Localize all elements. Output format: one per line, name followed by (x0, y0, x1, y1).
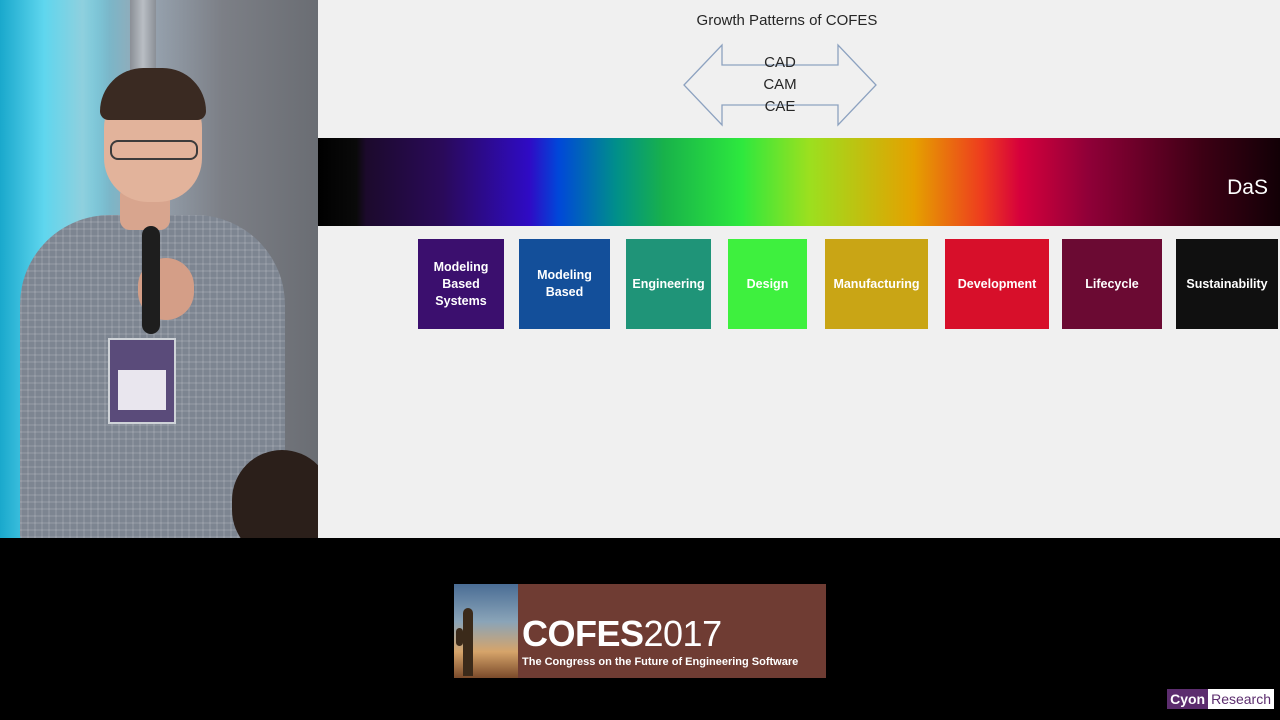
arrow-labels: CAD CAM CAE (730, 52, 830, 118)
category-label: Manufacturing (833, 276, 920, 291)
category-label: Modeling Based Systems (433, 259, 489, 308)
spectrum-label: DaS (1227, 176, 1268, 199)
presentation-slide: Growth Patterns of COFES CAD CAM CAE DaS… (318, 0, 1280, 538)
cactus-arm (456, 628, 463, 646)
name-badge-card (118, 370, 166, 410)
speaker-hair (100, 68, 206, 120)
category-label: Lifecycle (1085, 276, 1139, 291)
category-box-lifecycle: Lifecycle (1062, 239, 1162, 329)
arrow-label-cam: CAM (763, 76, 797, 93)
logo-part-cyon: Cyon (1167, 689, 1209, 709)
category-box-modeling-based: Modeling Based (519, 239, 610, 329)
category-box-modeling-based-systems: Modeling Based Systems (418, 239, 504, 329)
category-box-design: Design (728, 239, 807, 329)
logo-part-research: Research (1208, 689, 1274, 709)
cactus-icon (463, 608, 473, 676)
arrow-label-cae: CAE (764, 98, 796, 115)
category-label: Sustainability (1186, 276, 1268, 291)
spectrum-band (318, 138, 1280, 226)
desert-photo (454, 584, 518, 678)
microphone-icon (142, 226, 160, 334)
category-label: Development (957, 276, 1037, 291)
cyon-research-logo: Cyon Research (1167, 689, 1274, 709)
cofes-banner: COFES2017 The Congress on the Future of … (454, 584, 826, 678)
banner-subtitle: The Congress on the Future of Engineerin… (522, 656, 799, 668)
category-box-sustainability: Sustainability (1176, 239, 1278, 329)
name-badge (108, 338, 176, 424)
arrow-label-cad: CAD (764, 54, 796, 71)
category-box-manufacturing: Manufacturing (825, 239, 928, 329)
category-box-development: Development (945, 239, 1049, 329)
banner-title-main: COFES (522, 613, 644, 654)
slide-title: Growth Patterns of COFES (696, 12, 878, 29)
category-label: Engineering (632, 276, 705, 291)
category-box-engineering: Engineering (626, 239, 711, 329)
category-label: Modeling Based (537, 268, 592, 299)
banner-title: COFES2017 (522, 614, 722, 654)
banner-title-year: 2017 (643, 613, 723, 654)
speaker-video (0, 0, 318, 538)
speaker-glasses (110, 140, 198, 160)
category-label: Design (746, 276, 789, 291)
